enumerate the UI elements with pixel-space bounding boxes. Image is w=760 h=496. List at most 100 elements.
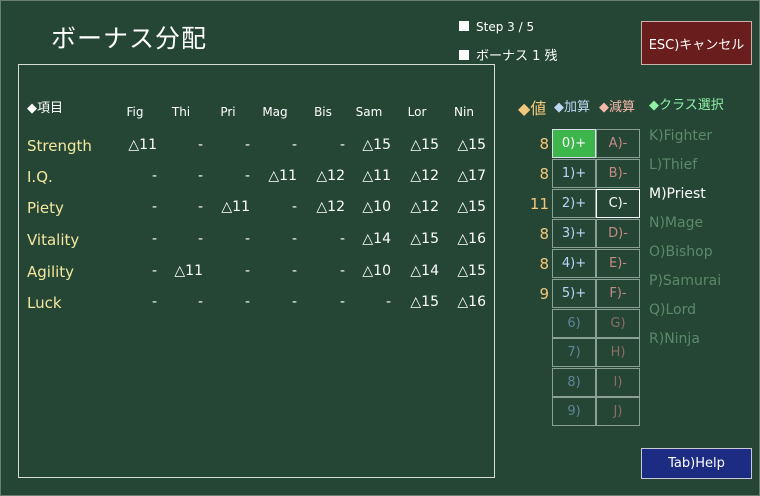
subtract-button[interactable]: D)- [596,219,640,248]
stat-label: Piety [27,199,64,217]
square-bullet-icon [459,50,469,60]
requirement-cell: △17 [457,168,486,184]
requirement-cell: △14 [410,263,439,279]
class-header: Pri [220,105,236,119]
requirement-cell: - [291,199,297,215]
requirement-cell: - [339,294,345,310]
class-header: Mag [262,105,288,119]
requirement-cell: △15 [457,199,486,215]
class-header: Sam [355,105,383,119]
subtract-button[interactable]: B)- [596,159,640,188]
stat-value: 11 [529,195,549,213]
sub-legend: ◆減算 [599,100,635,115]
requirement-cell: - [197,294,203,310]
step-indicator: Step 3 / 5 [459,20,534,34]
requirement-cell: - [339,263,345,279]
class-header: Thi [171,105,191,119]
cancel-button[interactable]: ESC)キャンセル [641,21,752,65]
add-button[interactable]: 3)+ [552,219,596,248]
class-select-legend: ◆クラス選択 [649,98,724,113]
add-button[interactable]: 5)+ [552,279,596,308]
add-button[interactable]: 6) [552,309,596,338]
class-header: Lor [407,105,427,119]
requirement-cell: △11 [174,263,203,279]
requirement-cell: - [385,294,391,310]
requirement-cell: - [244,137,250,153]
subtract-button[interactable]: G) [596,309,640,338]
requirement-cell: - [197,168,203,184]
requirement-cell: - [244,168,250,184]
requirement-cell: - [339,231,345,247]
requirement-cell: △15 [410,137,439,153]
requirement-cell: △12 [410,199,439,215]
requirement-cell: - [291,137,297,153]
stat-label: Agility [27,263,75,281]
add-button[interactable]: 8) [552,368,596,397]
value-legend: ◆値 [518,99,547,118]
requirement-cell: △11 [362,168,391,184]
requirement-cell: △15 [362,137,391,153]
requirement-cell: △12 [316,199,345,215]
add-button[interactable]: 2)+ [552,189,596,218]
stat-value: 8 [539,135,549,153]
class-option[interactable]: K)Fighter [649,128,712,144]
requirement-cell: - [244,231,250,247]
requirement-cell: - [151,294,157,310]
requirement-cell: △15 [410,294,439,310]
stat-value: 8 [539,225,549,243]
requirement-cell: - [151,231,157,247]
subtract-button[interactable]: J) [596,397,640,426]
class-option[interactable]: M)Priest [649,186,706,202]
requirement-cell: - [291,263,297,279]
subtract-button[interactable]: C)- [596,189,640,218]
add-button[interactable]: 9) [552,397,596,426]
requirement-cell: - [291,294,297,310]
class-option[interactable]: N)Mage [649,215,703,231]
step-text: Step 3 / 5 [476,20,535,34]
help-button[interactable]: Tab)Help [641,448,752,479]
stat-label: Luck [27,294,62,312]
bonus-window: ボーナス分配 Step 3 / 5 ボーナス 1 残 ESC)キャンセル ◆項目… [0,0,760,496]
item-header: ◆項目 [27,101,63,116]
requirement-cell: △15 [457,263,486,279]
class-option[interactable]: L)Thief [649,157,697,173]
requirement-cell: - [291,231,297,247]
bonus-remaining: ボーナス 1 残 [459,45,558,64]
requirement-cell: △16 [457,294,486,310]
requirement-cell: △15 [457,137,486,153]
class-option[interactable]: Q)Lord [649,302,696,318]
add-legend: ◆加算 [554,100,590,115]
stat-label: I.Q. [27,168,53,186]
class-option[interactable]: P)Samurai [649,273,721,289]
subtract-button[interactable]: E)- [596,249,640,278]
requirement-cell: △16 [457,231,486,247]
subtract-button[interactable]: H) [596,338,640,367]
page-title: ボーナス分配 [51,24,208,53]
add-button[interactable]: 1)+ [552,159,596,188]
add-button[interactable]: 7) [552,338,596,367]
subtract-button[interactable]: F)- [596,279,640,308]
requirement-cell: - [151,263,157,279]
stat-label: Vitality [27,231,80,249]
square-bullet-icon [459,21,469,31]
remaining-text: ボーナス 1 残 [476,49,558,64]
stat-value: 9 [539,285,549,303]
stat-label: Strength [27,137,92,155]
requirement-cell: - [197,137,203,153]
class-header: Fig [126,105,144,119]
requirement-cell: △10 [362,263,391,279]
requirement-cell: - [197,199,203,215]
requirement-cell: - [339,137,345,153]
class-option[interactable]: R)Ninja [649,331,700,347]
subtract-button[interactable]: I) [596,368,640,397]
subtract-button[interactable]: A)- [596,129,640,158]
stat-value: 8 [539,165,549,183]
requirement-cell: △11 [128,137,157,153]
requirement-cell: △11 [268,168,297,184]
requirement-cell: - [197,231,203,247]
class-option[interactable]: O)Bishop [649,244,713,260]
add-button[interactable]: 0)+ [552,129,596,158]
requirement-cell: △10 [362,199,391,215]
stat-value: 8 [539,255,549,273]
add-button[interactable]: 4)+ [552,249,596,278]
